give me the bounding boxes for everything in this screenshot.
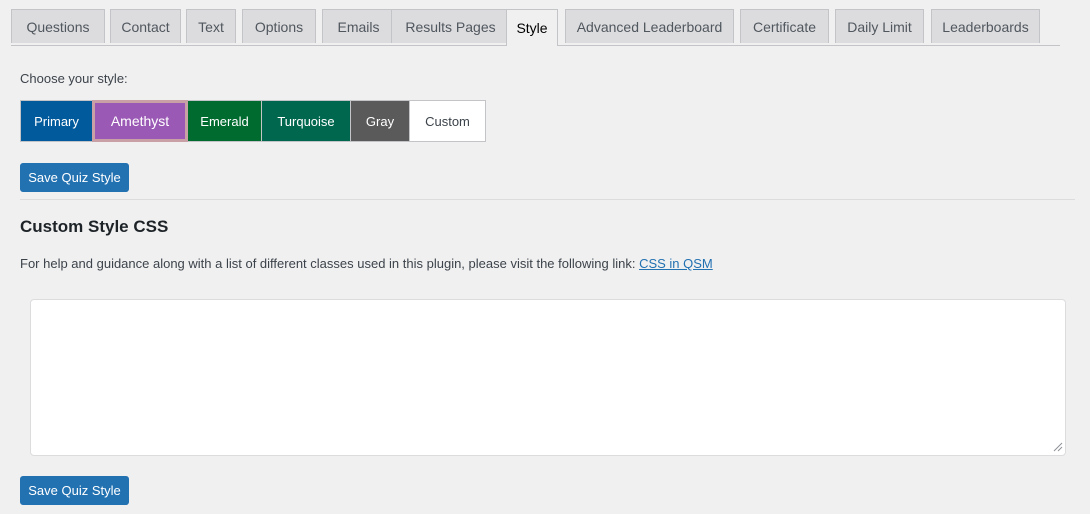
help-text: For help and guidance along with a list …	[20, 256, 713, 271]
tab-text[interactable]: Text	[186, 9, 236, 43]
tab-style[interactable]: Style	[506, 9, 558, 46]
tab-emails[interactable]: Emails	[322, 9, 395, 43]
save-quiz-style-button[interactable]: Save Quiz Style	[20, 163, 129, 192]
tab-certificate[interactable]: Certificate	[740, 9, 829, 43]
tab-daily-limit[interactable]: Daily Limit	[835, 9, 924, 43]
tab-advanced-leaderboard[interactable]: Advanced Leaderboard	[565, 9, 734, 43]
resize-grip-icon[interactable]	[1053, 442, 1063, 452]
save-quiz-style-button-bottom[interactable]: Save Quiz Style	[20, 476, 129, 505]
style-option-turquoise[interactable]: Turquoise	[261, 100, 351, 142]
help-text-body: For help and guidance along with a list …	[20, 256, 640, 271]
tab-results-pages[interactable]: Results Pages	[391, 9, 510, 43]
css-in-qsm-link[interactable]: CSS in QSM	[639, 256, 713, 271]
custom-style-css-title: Custom Style CSS	[20, 217, 169, 236]
tab-leaderboards[interactable]: Leaderboards	[931, 9, 1040, 43]
style-option-gray[interactable]: Gray	[350, 100, 410, 142]
section-divider	[20, 199, 1075, 200]
choose-style-label: Choose your style:	[20, 71, 128, 86]
style-option-emerald[interactable]: Emerald	[187, 100, 262, 142]
tab-questions[interactable]: Questions	[11, 9, 105, 43]
style-option-primary[interactable]: Primary	[20, 100, 93, 142]
style-option-custom[interactable]: Custom	[409, 100, 486, 142]
style-option-amethyst[interactable]: Amethyst	[92, 100, 188, 142]
custom-css-textarea[interactable]	[30, 299, 1066, 456]
tab-options[interactable]: Options	[242, 9, 316, 43]
tab-contact[interactable]: Contact	[110, 9, 181, 43]
tab-bar: Questions Contact Text Options Emails Re…	[11, 9, 1060, 46]
